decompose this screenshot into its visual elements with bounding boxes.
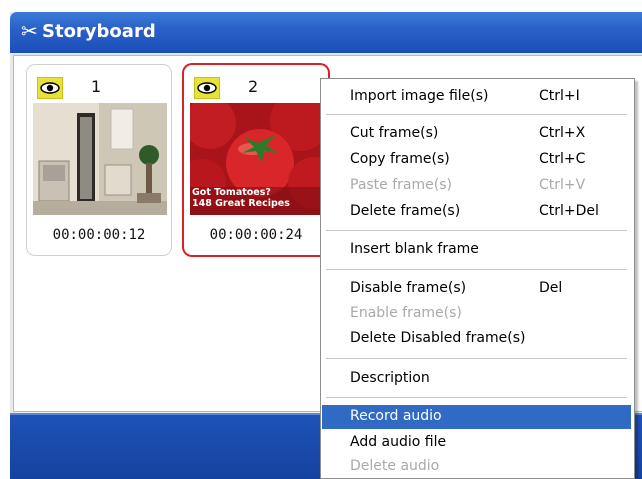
menu-item-label: Description [350, 370, 430, 386]
frame-timecode: 00:00:00:12 [52, 227, 146, 243]
thumbnail-caption-line-1: Got Tomatoes? [192, 187, 271, 198]
storyboard-frame-1[interactable]: 1 00:00:00:12 [27, 65, 171, 255]
thumbnail-caption: Got Tomatoes? 148 Great Recipes [192, 187, 324, 209]
tomatoes-cover-image: Got Tomatoes? 148 Great Recipes [190, 103, 324, 215]
menu-item-label: Record audio [350, 408, 442, 424]
menu-item-shortcut: Ctrl+X [539, 125, 586, 141]
frame-timecode: 00:00:00:24 [209, 227, 303, 243]
menu-item-delete-audio[interactable]: Delete audio [322, 455, 631, 479]
menu-item-paste-frames[interactable]: Paste frame(s) Ctrl+V [322, 174, 631, 198]
menu-item-shortcut: Ctrl+I [539, 88, 580, 104]
title-bar[interactable]: ✂ Storyboard [10, 12, 642, 53]
menu-item-enable-frames[interactable]: Enable frame(s) [322, 302, 631, 326]
menu-item-description[interactable]: Description [322, 367, 631, 391]
frame-number: 1 [91, 77, 102, 96]
menu-item-label: Paste frame(s) [350, 177, 452, 193]
context-menu: Import image file(s) Ctrl+I Cut frame(s)… [320, 78, 635, 479]
menu-separator [326, 269, 627, 270]
menu-separator [326, 230, 627, 231]
menu-item-label: Delete audio [350, 458, 440, 474]
menu-separator [326, 114, 627, 115]
frame-number: 2 [248, 77, 259, 96]
menu-item-label: Cut frame(s) [350, 125, 439, 141]
storyboard-scissors-icon: ✂ [21, 19, 38, 43]
window-title: Storyboard [42, 21, 156, 42]
menu-item-copy-frames[interactable]: Copy frame(s) Ctrl+C [322, 148, 631, 172]
menu-item-label: Add audio file [350, 434, 447, 450]
menu-item-shortcut: Ctrl+V [539, 177, 586, 193]
menu-item-label: Delete Disabled frame(s) [350, 330, 526, 346]
menu-item-label: Disable frame(s) [350, 280, 467, 296]
menu-item-delete-disabled-frames[interactable]: Delete Disabled frame(s) [322, 327, 631, 351]
menu-item-shortcut: Ctrl+C [539, 151, 586, 167]
menu-item-label: Copy frame(s) [350, 151, 450, 167]
menu-item-label: Insert blank frame [350, 241, 479, 257]
eye-icon[interactable] [194, 77, 220, 99]
menu-item-cut-frames[interactable]: Cut frame(s) Ctrl+X [322, 122, 631, 146]
menu-separator [326, 358, 627, 359]
menu-item-shortcut: Ctrl+Del [539, 203, 599, 219]
menu-item-delete-frames[interactable]: Delete frame(s) Ctrl+Del [322, 200, 631, 224]
menu-item-insert-blank-frame[interactable]: Insert blank frame [322, 238, 631, 262]
menu-item-label: Enable frame(s) [350, 305, 462, 321]
thumbnail-caption-line-2: 148 Great Recipes [192, 198, 290, 209]
menu-item-disable-frames[interactable]: Disable frame(s) Del [322, 277, 631, 301]
menu-item-label: Delete frame(s) [350, 203, 461, 219]
menu-item-add-audio-file[interactable]: Add audio file [322, 431, 631, 455]
menu-item-shortcut: Del [539, 280, 563, 296]
storyboard-frame-2[interactable]: 2 Got Tomatoes? 148 Great Recipes 00:00:… [184, 65, 328, 255]
room-interior-image [33, 103, 167, 215]
menu-item-record-audio[interactable]: Record audio [322, 405, 631, 429]
menu-item-label: Import image file(s) [350, 88, 489, 104]
menu-item-import-image[interactable]: Import image file(s) Ctrl+I [322, 85, 631, 109]
menu-separator [326, 397, 627, 398]
eye-icon[interactable] [37, 77, 63, 99]
